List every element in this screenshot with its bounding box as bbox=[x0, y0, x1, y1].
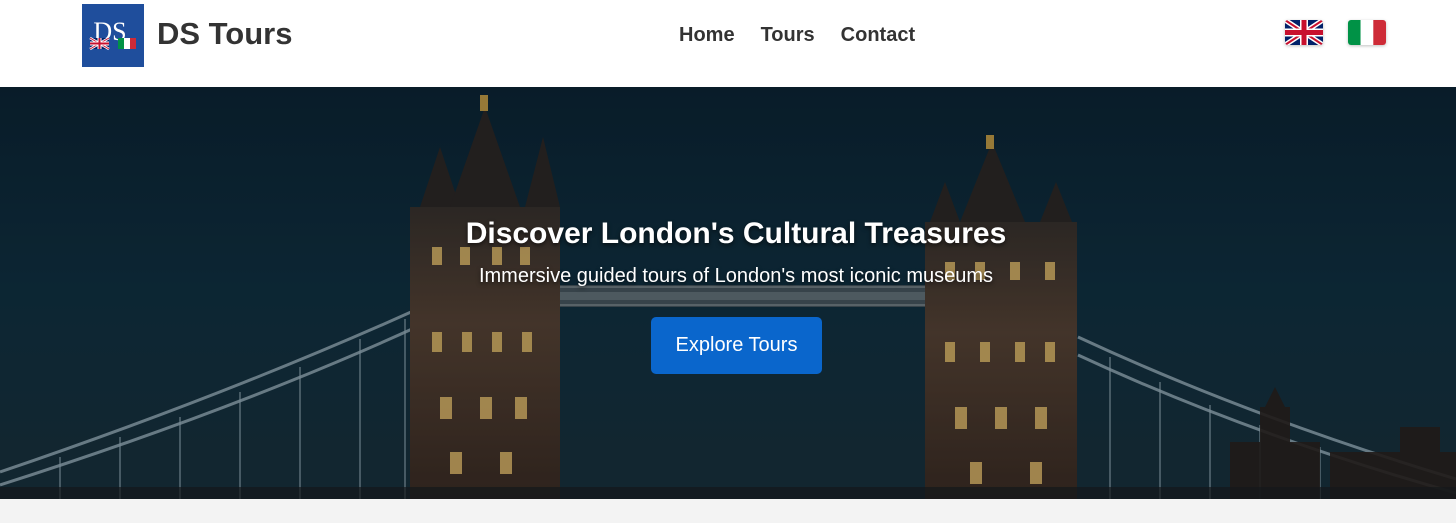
explore-tours-button[interactable]: Explore Tours bbox=[651, 317, 822, 374]
brand-name[interactable]: DS Tours bbox=[157, 16, 293, 52]
hero-subtitle: Immersive guided tours of London's most … bbox=[478, 265, 994, 287]
uk-flag-icon[interactable] bbox=[1285, 20, 1323, 45]
nav-contact-link[interactable]: Contact bbox=[841, 23, 915, 47]
content-section-top bbox=[0, 499, 1456, 523]
italy-flag-icon[interactable] bbox=[1348, 20, 1386, 45]
ds-logo-icon: DS bbox=[82, 4, 144, 67]
site-header: DS DS Tours Home Tours Contact bbox=[0, 0, 1456, 87]
main-nav: Home Tours Contact bbox=[679, 23, 915, 47]
nav-home-link[interactable]: Home bbox=[679, 23, 735, 47]
tower-bridge-background-image bbox=[0, 87, 1456, 499]
logo-link[interactable]: DS bbox=[82, 4, 144, 67]
hero-title: Discover London's Cultural Treasures bbox=[465, 217, 1007, 250]
hero-section: Discover London's Cultural Treasures Imm… bbox=[0, 87, 1456, 499]
nav-tours-link[interactable]: Tours bbox=[761, 23, 815, 47]
